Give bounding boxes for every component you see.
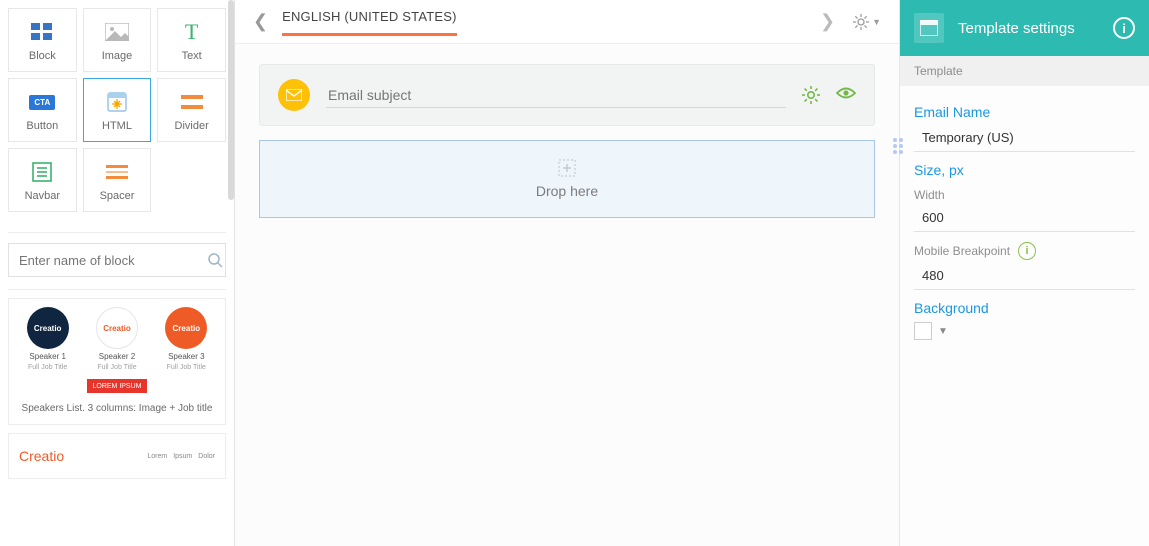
job-title: Full Job Title [97,364,136,371]
prev-language-button[interactable]: ❮ [253,11,268,32]
gear-icon [853,14,869,30]
breakpoint-info-button[interactable]: i [1018,242,1036,260]
job-title: Full Job Title [167,364,206,371]
template-navbar-card[interactable]: Creatio Lorem Ipsum Dolor [8,433,226,479]
block-search [8,243,226,277]
html-icon [106,88,128,116]
language-tab[interactable]: ENGLISH (UNITED STATES) [282,9,457,34]
email-subject-input[interactable] [326,83,786,108]
settings-body: Email Name Temporary (US) Size, px Width… [900,86,1149,348]
editor-canvas: ❮ ENGLISH (UNITED STATES) ❯ ▼ [235,0,899,546]
nav-item: Dolor [198,453,215,460]
emailname-label: Email Name [914,104,1135,120]
breakpoint-label: Mobile Breakpoint i [914,242,1135,260]
eye-icon [836,86,856,100]
email-subject-bar [259,64,875,126]
image-icon [105,18,129,46]
tool-button[interactable]: CTA Button [8,78,77,142]
text-icon: T [185,18,198,46]
gear-icon [802,86,820,104]
tool-label: Image [102,50,133,62]
info-button[interactable]: i [1113,17,1135,39]
sidebar-divider [8,232,226,233]
navbar-icon [32,158,52,186]
mail-icon [278,79,310,111]
breakpoint-input[interactable]: 480 [914,264,1135,290]
speaker-label: Speaker 2 [99,352,135,361]
tool-navbar[interactable]: Navbar [8,148,77,212]
tool-label: Divider [175,120,209,132]
template-icon [914,13,944,43]
settings-dropdown[interactable]: ▼ [853,14,881,30]
tool-html[interactable]: HTML [83,78,152,142]
drop-zone[interactable]: Drop here [259,140,875,218]
tool-label: Button [26,120,58,132]
drop-placeholder-icon [558,159,576,177]
tool-spacer[interactable]: Spacer [83,148,152,212]
preview-nav: Lorem Ipsum Dolor [147,453,215,460]
subject-settings-button[interactable] [802,86,820,104]
tool-label: Navbar [25,190,60,202]
background-label: Background [914,300,1135,316]
template-speakers-card[interactable]: Creatio Speaker 1 Full Job Title Creatio… [8,298,226,425]
nav-item: Lorem [147,453,167,460]
divider-icon [181,88,203,116]
preview-button[interactable] [836,86,856,104]
section-header: Template [900,56,1149,86]
brand-circle-white: Creatio [96,307,138,349]
speaker-label: Speaker 1 [29,352,65,361]
tool-label: HTML [102,120,132,132]
button-icon: CTA [29,88,55,116]
left-sidebar: Block Image T Text CTA Button [0,0,235,546]
right-sidebar: Template settings i Template Email Name … [899,0,1149,546]
language-bar: ❮ ENGLISH (UNITED STATES) ❯ ▼ [235,0,899,44]
tool-block[interactable]: Block [8,8,77,72]
sidebar-scrollbar[interactable] [228,0,234,200]
drop-zone-label: Drop here [536,183,598,199]
search-input[interactable] [9,253,205,268]
brand-circle-dark: Creatio [27,307,69,349]
size-label: Size, px [914,162,1135,178]
brand-logo: Creatio [19,448,64,464]
right-title: Template settings [958,20,1113,37]
tool-image[interactable]: Image [83,8,152,72]
lorem-pill: LOREM IPSUM [87,379,147,393]
template-caption: Speakers List. 3 columns: Image + Job ti… [13,403,221,414]
job-title: Full Job Title [28,364,67,371]
search-icon[interactable] [205,252,225,268]
tool-text[interactable]: T Text [157,8,226,72]
breakpoint-text: Mobile Breakpoint [914,244,1010,258]
width-input[interactable]: 600 [914,206,1135,232]
brand-circle-orange: Creatio [165,307,207,349]
width-label: Width [914,188,1135,202]
right-header: Template settings i [900,0,1149,56]
chevron-down-icon: ▼ [872,17,881,27]
next-language-button[interactable]: ❯ [820,11,835,32]
color-swatch [914,322,932,340]
tool-label: Spacer [100,190,135,202]
background-color-picker[interactable]: ▼ [914,322,1135,340]
template-previews: Creatio Speaker 1 Full Job Title Creatio… [0,290,234,487]
tool-grid: Block Image T Text CTA Button [0,0,234,220]
tool-label: Block [29,50,56,62]
emailname-input[interactable]: Temporary (US) [914,126,1135,152]
spacer-icon [106,158,128,186]
chevron-down-icon: ▼ [938,326,948,337]
drag-handle[interactable] [893,138,903,154]
speaker-label: Speaker 3 [168,352,204,361]
tool-label: Text [182,50,202,62]
block-icon [31,18,53,46]
tool-divider[interactable]: Divider [157,78,226,142]
nav-item: Ipsum [173,453,192,460]
